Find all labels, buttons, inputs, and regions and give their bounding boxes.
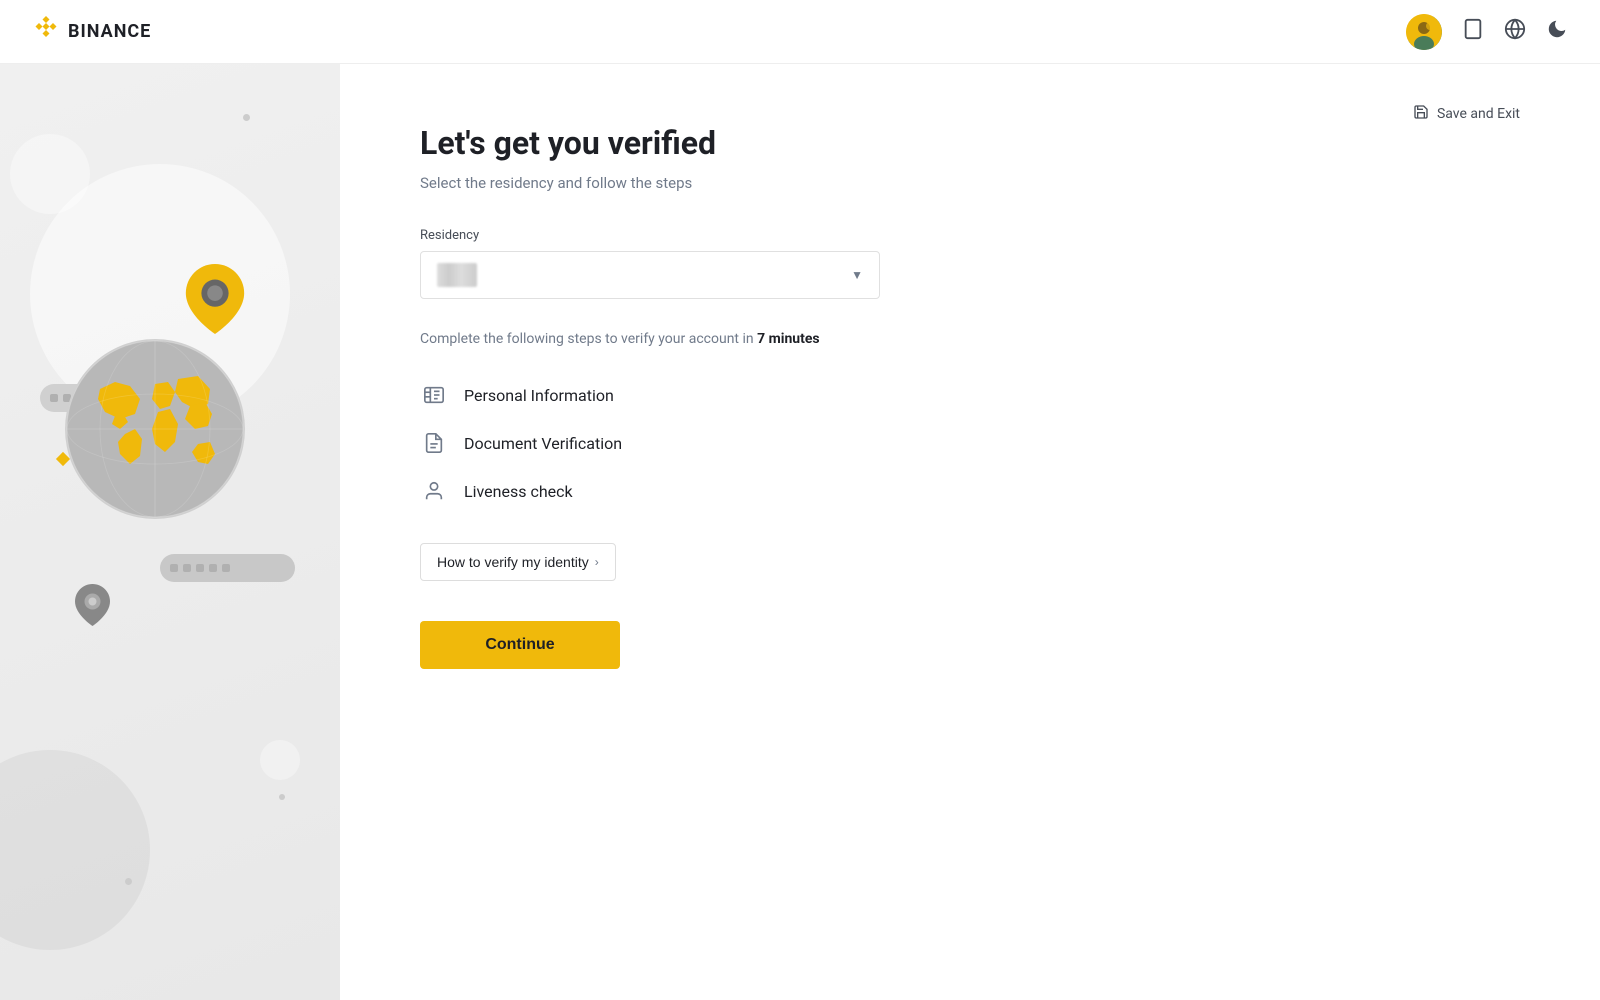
globe-illustration [60, 334, 250, 524]
tablet-icon[interactable] [1462, 18, 1484, 45]
dot-1 [125, 878, 132, 885]
save-exit-icon [1413, 104, 1429, 124]
user-avatar[interactable] [1406, 14, 1442, 50]
bg-circle-bottom [0, 750, 150, 950]
chat-bubble-bottom [160, 554, 295, 582]
step-liveness-check: Liveness check [420, 467, 1520, 515]
complete-time: 7 minutes [757, 331, 820, 347]
globe-icon[interactable] [1504, 18, 1526, 45]
binance-logo-icon [32, 14, 60, 49]
continue-label: Continue [485, 636, 554, 654]
save-exit-label: Save and Exit [1437, 106, 1520, 122]
main-container: Save and Exit Let's get you verified Sel… [0, 64, 1600, 1000]
person-icon [420, 477, 448, 505]
steps-list: Personal Information Document Verificati… [420, 371, 1520, 515]
step-personal-info-label: Personal Information [464, 386, 614, 405]
personal-info-icon [420, 381, 448, 409]
residency-label: Residency [420, 228, 1520, 243]
continue-button[interactable]: Continue [420, 621, 620, 669]
page-title: Let's get you verified [420, 124, 1520, 162]
bg-circle-tiny [260, 740, 300, 780]
step-document-verification: Document Verification [420, 419, 1520, 467]
chevron-down-icon: ▼ [851, 268, 863, 282]
content-panel: Save and Exit Let's get you verified Sel… [340, 64, 1600, 1000]
how-to-verify-button[interactable]: How to verify my identity › [420, 543, 616, 581]
how-to-verify-label: How to verify my identity [437, 554, 589, 570]
residency-select[interactable]: ▼ [420, 251, 880, 299]
save-exit-button[interactable]: Save and Exit [1413, 104, 1520, 124]
arrow-right-icon: › [595, 555, 599, 569]
header: BINANCE [0, 0, 1600, 64]
bg-circle-small [10, 134, 90, 214]
step-personal-info: Personal Information [420, 371, 1520, 419]
flag-image [437, 263, 477, 287]
gray-pin [75, 584, 110, 630]
yellow-pin [185, 264, 245, 338]
page-subtitle: Select the residency and follow the step… [420, 174, 1520, 192]
logo-text: BINANCE [68, 21, 151, 42]
step-document-label: Document Verification [464, 434, 622, 453]
dark-mode-icon[interactable] [1546, 18, 1568, 45]
header-right [1406, 14, 1568, 50]
document-icon [420, 429, 448, 457]
step-liveness-label: Liveness check [464, 482, 573, 501]
logo[interactable]: BINANCE [32, 14, 151, 49]
dot-3 [279, 794, 285, 800]
dot-2 [243, 114, 250, 121]
select-left [437, 263, 477, 287]
complete-text: Complete the following steps to verify y… [420, 331, 1520, 347]
illustration-panel [0, 64, 340, 1000]
complete-prefix: Complete the following steps to verify y… [420, 331, 757, 347]
